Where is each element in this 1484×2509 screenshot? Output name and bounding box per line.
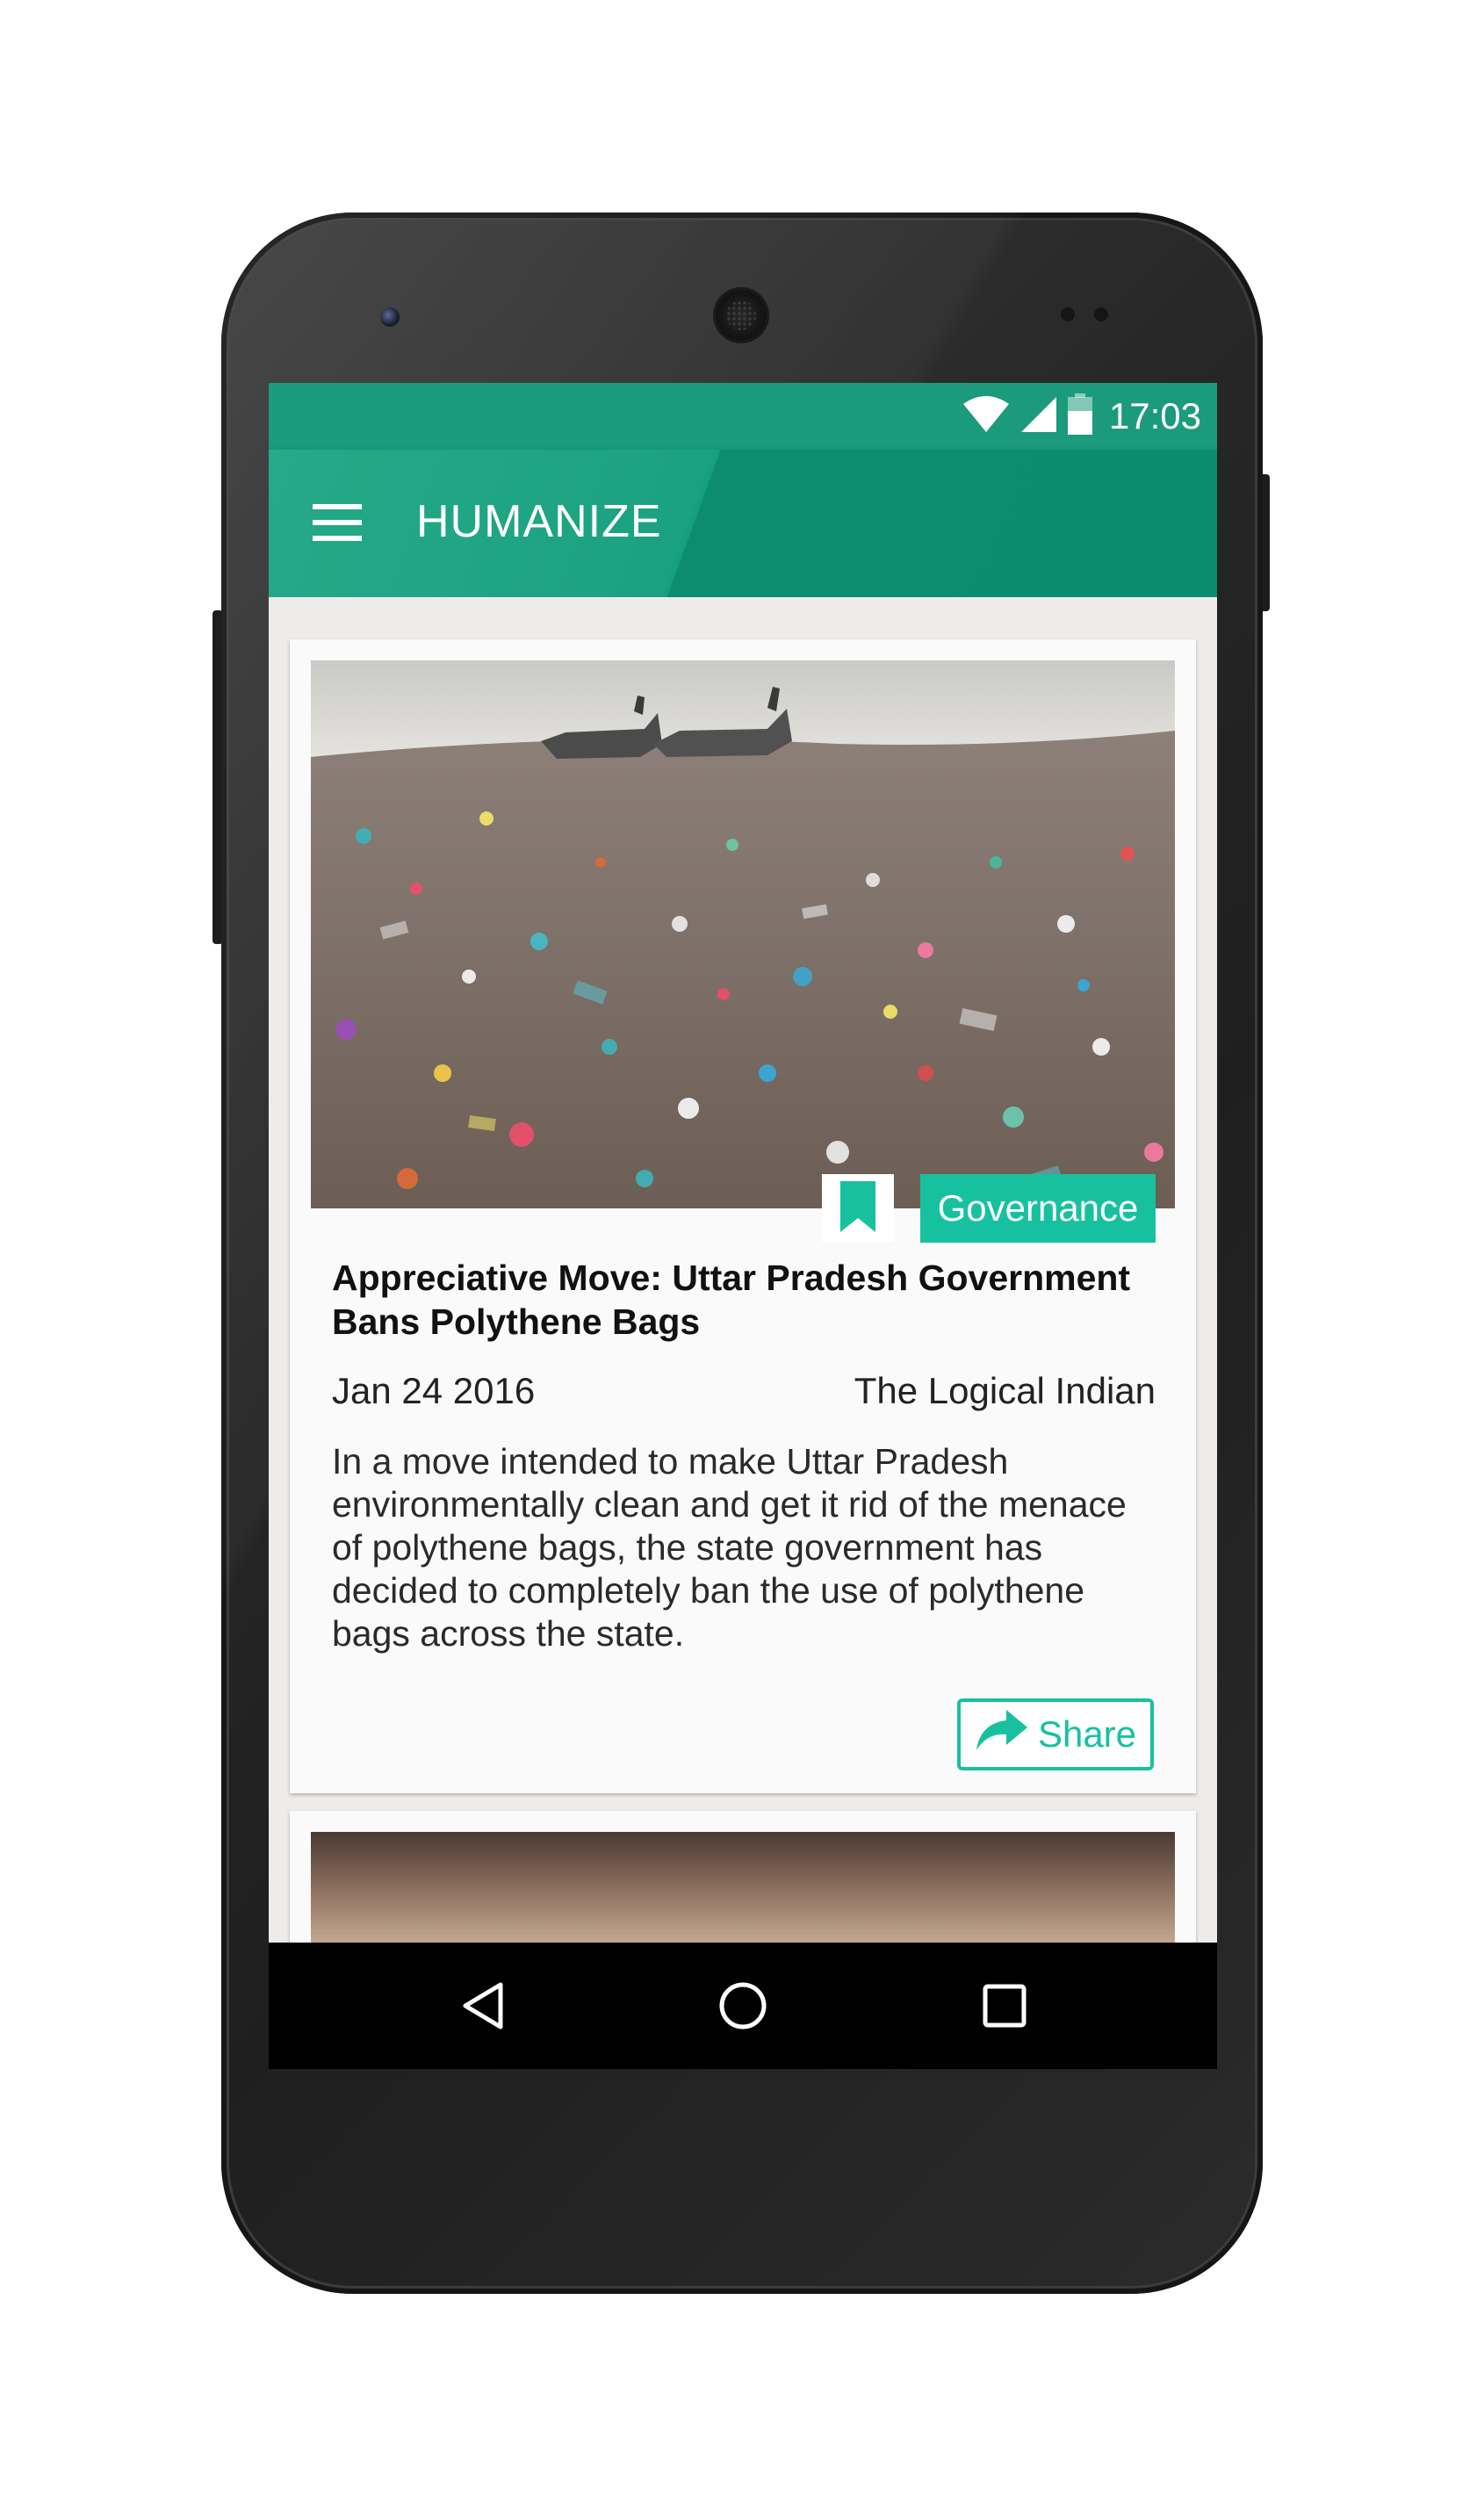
article-source: The Logical Indian: [854, 1370, 1156, 1411]
article-summary: In a move intended to make Uttar Pradesh…: [332, 1441, 1127, 1654]
status-bar: 17:03: [269, 383, 1217, 450]
speaker-grille-icon: [716, 290, 767, 341]
article-date: Jan 24 2016: [332, 1370, 536, 1411]
battery-icon: [1067, 393, 1093, 440]
phone-screen: 17:03 HUMANIZE Governance Appreciative M…: [269, 383, 1217, 2069]
news-feed[interactable]: Governance Appreciative Move: Uttar Prad…: [269, 597, 1217, 1943]
back-triangle-icon[interactable]: [451, 1974, 515, 2037]
app-bar-shade: [269, 450, 1217, 597]
status-time: 17:03: [1108, 395, 1201, 436]
landfill-with-boats-photo[interactable]: [311, 660, 1175, 1208]
system-nav-bar: [269, 1943, 1217, 2069]
news-card[interactable]: Governance Appreciative Move: Uttar Prad…: [290, 639, 1196, 1793]
cell-signal-icon: [1019, 395, 1058, 438]
share-button[interactable]: Share: [957, 1698, 1154, 1770]
app-bar: HUMANIZE: [269, 450, 1217, 597]
article-image[interactable]: [311, 1832, 1175, 1943]
light-sensor: [1094, 307, 1108, 321]
share-arrow-icon: [975, 1708, 1029, 1761]
proximity-sensor: [1061, 307, 1075, 321]
bookmark-icon: [840, 1180, 875, 1236]
hamburger-menu-icon[interactable]: [311, 501, 364, 546]
wifi-icon: [962, 395, 1011, 438]
app-title: HUMANIZE: [416, 496, 662, 547]
front-camera-icon: [380, 307, 400, 327]
news-card[interactable]: [290, 1811, 1196, 1943]
article-title[interactable]: Appreciative Move: Uttar Pradesh Governm…: [332, 1256, 1157, 1344]
status-icons: 17:03: [962, 393, 1201, 439]
recents-square-icon[interactable]: [973, 1974, 1036, 2037]
category-tag[interactable]: Governance: [920, 1174, 1156, 1243]
bookmark-button[interactable]: [822, 1174, 894, 1243]
share-label: Share: [1037, 1713, 1137, 1755]
home-circle-icon[interactable]: [711, 1974, 774, 2037]
